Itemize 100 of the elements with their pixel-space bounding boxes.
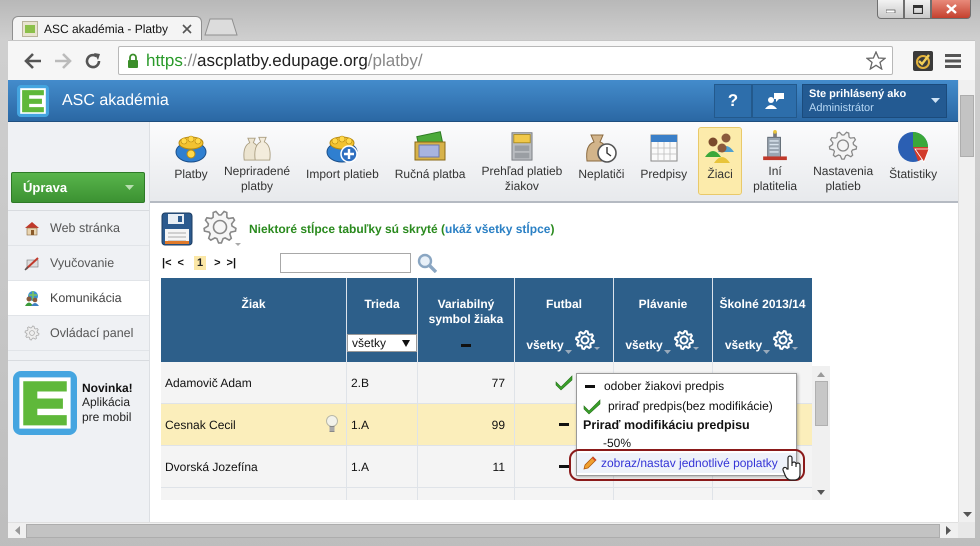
column-title: Futbal [546, 297, 582, 312]
app-logo-icon [13, 371, 77, 435]
check-icon [583, 398, 601, 414]
caret-icon [125, 185, 134, 190]
notice-text: Niektoré stĺpce tabuľky sú skryté (ukáž všetky stĺpce) [249, 222, 554, 236]
browser-tab[interactable]: ASC akadémia - Platby [12, 16, 202, 40]
maximize-icon [912, 4, 922, 14]
scroll-left-icon [15, 526, 20, 535]
check-icon[interactable] [555, 374, 573, 391]
scrollbar-thumb[interactable] [960, 95, 974, 157]
toolbar-button[interactable]: Žiaci [698, 127, 742, 195]
toolbar-button[interactable]: Import platieb [301, 127, 384, 195]
people-icon [24, 290, 40, 306]
back-icon[interactable] [24, 52, 42, 68]
gear-icon[interactable] [574, 330, 602, 352]
filter-dropdown[interactable]: všetky [347, 334, 417, 352]
menu-icon[interactable] [945, 54, 961, 68]
table-cell: 11 [492, 460, 505, 474]
favicon-icon [22, 20, 38, 36]
save-icon[interactable] [161, 212, 193, 246]
toolbar-button[interactable]: Iní platitelia [748, 127, 802, 195]
close-icon[interactable] [182, 24, 192, 34]
sidebar-item[interactable]: Komunikácia [8, 281, 149, 316]
filter-menu[interactable]: všetky [526, 338, 572, 352]
column-title: Žiak [241, 297, 266, 312]
toolbar-button[interactable]: Ručná platba [390, 127, 470, 195]
table-cell: 1.A [351, 418, 370, 432]
scroll-up-icon [817, 372, 825, 377]
promo-text: Aplikácia pre mobil [82, 395, 132, 425]
gear-icon[interactable] [772, 330, 800, 352]
toolbar-button[interactable]: Prehľad platieb žiakov [476, 127, 568, 195]
gear-icon [24, 325, 40, 341]
chat-button[interactable] [752, 84, 797, 118]
reload-icon[interactable] [84, 52, 102, 70]
minus-icon [585, 384, 595, 388]
person-speech-icon [764, 92, 784, 110]
table-cell: 77 [492, 376, 505, 390]
maximize-button[interactable] [904, 0, 931, 19]
extension-icon[interactable] [913, 50, 933, 70]
previous-page-link[interactable]: < [178, 257, 184, 269]
scrollbar-thumb[interactable] [26, 524, 940, 538]
help-button[interactable]: ? [714, 84, 752, 118]
close-button[interactable] [931, 0, 971, 19]
scroll-right-icon [946, 526, 951, 535]
gear-icon[interactable] [672, 330, 701, 352]
menu-item[interactable]: odober žiakovi predpis [577, 376, 796, 396]
table-cell: Cesnak Cecil [165, 418, 236, 432]
minus-icon [461, 344, 471, 347]
caret-icon [763, 350, 770, 354]
toolbar-button[interactable]: Nepriradené platby [219, 127, 296, 195]
user-menu[interactable]: Ste prihlásený ako Administrátor [802, 84, 947, 118]
caret-icon [564, 350, 572, 354]
star-icon[interactable] [866, 51, 886, 70]
toolbar-button[interactable]: Predpisy [635, 127, 692, 195]
logo-icon [17, 84, 49, 116]
toolbar-button[interactable]: Nastavenia platieb [808, 127, 878, 195]
table-cell: Adamovič Adam [165, 376, 252, 390]
lock-icon [127, 52, 139, 68]
app-title: ASC akadémia [62, 92, 169, 110]
scroll-down-icon [817, 490, 825, 495]
pencil-icon [583, 456, 597, 470]
scroll-down-icon [962, 512, 972, 517]
column-title: Školné 2013/14 [719, 297, 806, 312]
table-cell: Dvorská Jozefína [165, 460, 258, 474]
column-title: Variabilný symbol žiaka [428, 297, 504, 327]
pie-chart-icon [896, 130, 930, 164]
minimize-button[interactable] [877, 0, 904, 19]
scrollbar-thumb[interactable] [814, 381, 828, 426]
house-icon [24, 220, 40, 236]
page-number[interactable]: 1 [194, 256, 206, 270]
scrollbar[interactable] [812, 366, 830, 500]
user-name: Administrátor [809, 102, 875, 114]
table-cell: 99 [492, 418, 505, 432]
close-icon [946, 4, 956, 14]
caret-icon [664, 350, 671, 354]
toolbar-button[interactable]: Neplatiči [573, 127, 630, 195]
toolbar-button[interactable]: Štatistiky [884, 127, 942, 195]
pencil-icon [24, 255, 40, 271]
caret-icon [402, 340, 410, 346]
next-page-link[interactable]: > [214, 257, 221, 269]
last-page-link[interactable]: >| [226, 257, 236, 269]
promo-title: Novinka! [82, 381, 134, 395]
filter-menu[interactable]: všetky [625, 338, 671, 352]
column-title: Plávanie [638, 297, 688, 312]
menu-heading: Priraď modifikáciu predpisu [582, 417, 751, 434]
scrollbar-corner [958, 522, 975, 538]
user-caption: Ste prihlásený ako [809, 88, 908, 100]
column-title: Trieda [364, 297, 400, 312]
address-field[interactable]: https://ascplatby.edupage.org/platby/ [118, 46, 893, 75]
search-field[interactable] [280, 253, 412, 273]
filter-menu[interactable]: všetky [724, 338, 770, 352]
table-cell: 2.B [351, 376, 370, 390]
caret-icon [931, 98, 940, 103]
show-columns-link[interactable]: ukáž všetky stĺpce [445, 222, 550, 236]
first-page-link[interactable]: |< [162, 257, 172, 269]
table-cell: 1.A [351, 460, 370, 474]
scrollbar[interactable] [8, 522, 958, 538]
toolbar-button[interactable]: Platby [169, 127, 213, 195]
scrollbar[interactable] [958, 80, 975, 522]
gear-icon[interactable] [203, 210, 243, 248]
